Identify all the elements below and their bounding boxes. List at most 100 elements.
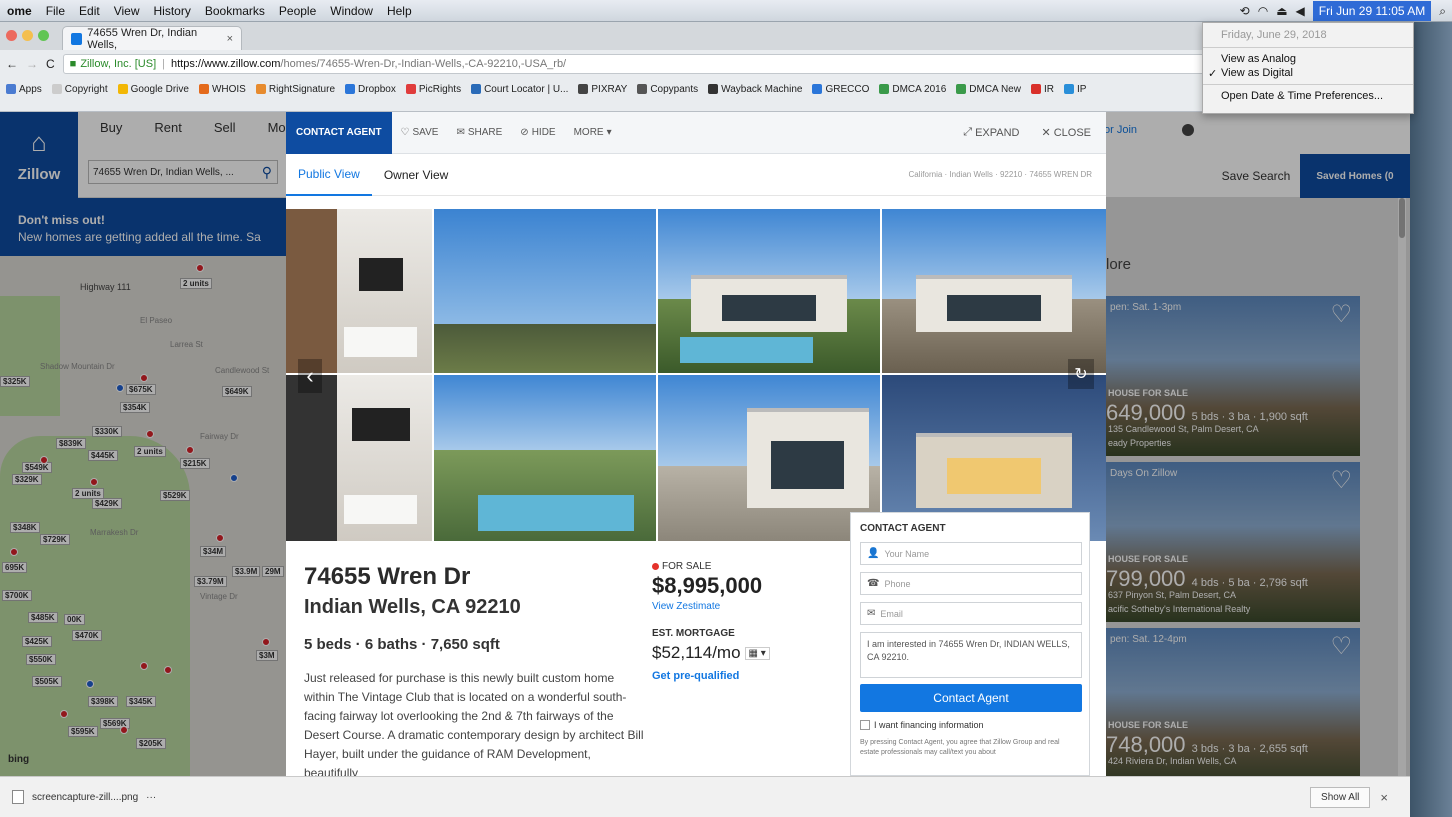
back-button[interactable]: ←	[6, 57, 18, 71]
phone-field[interactable]: ☎ Phone	[860, 572, 1082, 595]
picrights-icon	[405, 84, 416, 94]
wayback-icon	[708, 84, 719, 94]
close-window-button[interactable]	[6, 30, 17, 41]
close-button[interactable]: ✕ CLOSE	[1032, 126, 1100, 140]
photo-tile[interactable]	[434, 209, 656, 373]
expand-icon: ⤢	[963, 126, 973, 138]
menu-app[interactable]: ome	[0, 4, 39, 18]
name-field[interactable]: 👤 Your Name	[860, 542, 1082, 565]
rotate-icon[interactable]: ↻	[1068, 359, 1094, 389]
list-price: $8,995,000	[652, 573, 763, 598]
forward-button[interactable]: →	[26, 57, 38, 71]
status-dot-icon	[652, 563, 659, 570]
view-zestimate-link[interactable]: View Zestimate	[652, 601, 720, 612]
file-icon	[12, 790, 24, 804]
heart-icon: ♡	[400, 127, 410, 138]
drive-icon	[117, 84, 128, 94]
menu-bookmarks[interactable]: Bookmarks	[198, 4, 272, 18]
bookmark-item[interactable]: DMCA New	[956, 84, 1021, 95]
photo-tile[interactable]	[658, 375, 880, 541]
bookmark-item[interactable]: IR	[1030, 84, 1054, 95]
bookmark-item[interactable]: PIXRAY	[578, 84, 627, 95]
volume-icon[interactable]: ◀	[1296, 4, 1305, 18]
download-menu-icon[interactable]: ···	[146, 792, 156, 803]
hide-icon: ⊘	[520, 127, 529, 138]
breadcrumb[interactable]: California · Indian Wells · 92210 · 7465…	[909, 170, 1106, 179]
photo-gallery[interactable]: ‹ ↻	[286, 209, 1106, 541]
reload-button[interactable]: C	[46, 57, 55, 71]
email-icon: ✉	[867, 608, 876, 619]
spotlight-icon[interactable]: ⌕	[1439, 4, 1446, 19]
menu-people[interactable]: People	[272, 4, 323, 18]
bookmark-item[interactable]: RightSignature	[255, 84, 335, 95]
menu-view[interactable]: View	[107, 4, 147, 18]
zoom-window-button[interactable]	[38, 30, 49, 41]
view-as-analog-item[interactable]: View as Analog	[1203, 52, 1413, 66]
user-icon: 👤	[867, 548, 880, 559]
checkbox-icon[interactable]	[860, 720, 870, 730]
hide-button[interactable]: ⊘ HIDE	[511, 127, 564, 138]
photo-tile[interactable]	[286, 209, 432, 373]
home-description: Just released for purchase is this newly…	[304, 671, 644, 776]
current-date: Friday, June 29, 2018	[1221, 29, 1327, 41]
financing-checkbox[interactable]: I want financing information	[860, 720, 1080, 730]
calculator-icon[interactable]: ▦ ▾	[744, 646, 770, 660]
expand-button[interactable]: ⤢ EXPAND	[954, 126, 1028, 139]
save-button[interactable]: ♡ SAVE	[392, 127, 448, 138]
photo-tile[interactable]	[882, 209, 1106, 373]
share-button[interactable]: ✉ SHARE	[447, 127, 511, 138]
tab-close-icon[interactable]: ×	[227, 33, 233, 45]
get-prequalified-link[interactable]: Get pre-qualified	[652, 670, 739, 682]
bookmark-item[interactable]: Copypants	[637, 84, 698, 95]
bookmark-item[interactable]: Dropbox	[345, 84, 396, 95]
dmca-icon	[956, 84, 967, 94]
photo-tile[interactable]	[434, 375, 656, 541]
close-downloads-icon[interactable]: ×	[1380, 790, 1388, 805]
menu-help[interactable]: Help	[380, 4, 419, 18]
bookmark-item[interactable]: Apps	[6, 84, 42, 95]
address-bar[interactable]: ■ Zillow, Inc. [US] | https://www.zillow…	[62, 54, 1390, 74]
ir-icon	[1030, 84, 1041, 94]
home-facts: 5 beds · 6 baths · 7,650 sqft	[304, 636, 500, 653]
previous-photo-button[interactable]: ‹	[298, 359, 322, 393]
bookmark-item[interactable]: Wayback Machine	[708, 84, 802, 95]
bookmark-item[interactable]: GRECCO	[812, 84, 869, 95]
contact-agent-tab[interactable]: CONTACT AGENT	[286, 112, 392, 154]
tab-owner-view[interactable]: Owner View	[372, 154, 460, 196]
bookmark-item[interactable]: Google Drive	[117, 84, 189, 95]
wifi-icon[interactable]: ◠	[1258, 4, 1268, 18]
minimize-window-button[interactable]	[22, 30, 33, 41]
est-mortgage: $52,114/mo ▦ ▾	[652, 643, 770, 663]
download-item[interactable]: screencapture-zill....png ···	[12, 790, 164, 804]
photo-tile[interactable]	[286, 375, 432, 541]
bookmark-item[interactable]: PicRights	[405, 84, 461, 95]
eject-icon[interactable]: ⏏	[1276, 4, 1287, 18]
menu-edit[interactable]: Edit	[72, 4, 107, 18]
lock-icon: ■	[69, 58, 77, 70]
photo-tile[interactable]	[658, 209, 880, 373]
menu-window[interactable]: Window	[323, 4, 380, 18]
tab-public-view[interactable]: Public View	[286, 154, 372, 196]
bookmark-item[interactable]: DMCA 2016	[879, 84, 946, 95]
show-all-button[interactable]: Show All	[1310, 786, 1371, 808]
sync-icon[interactable]: ⟲	[1240, 4, 1250, 18]
caret-down-icon: ▾	[606, 127, 612, 138]
menu-history[interactable]: History	[147, 4, 198, 18]
contact-agent-button[interactable]: Contact Agent	[860, 684, 1082, 712]
mail-icon: ✉	[456, 127, 465, 138]
clock-menu: Friday, June 29, 2018 View as Analog ✓ Vi…	[1202, 22, 1414, 114]
menubar-clock[interactable]: Fri Jun 29 11:05 AM	[1312, 1, 1432, 21]
email-field[interactable]: ✉ Email	[860, 602, 1082, 625]
bookmark-item[interactable]: Court Locator | U...	[471, 84, 568, 95]
menu-file[interactable]: File	[39, 4, 72, 18]
bookmark-item[interactable]: WHOIS	[198, 84, 246, 95]
page-icon	[51, 84, 62, 94]
form-heading: CONTACT AGENT	[860, 523, 946, 534]
more-button[interactable]: MORE ▾	[565, 127, 621, 138]
browser-tab[interactable]: 74655 Wren Dr, Indian Wells, ×	[62, 26, 242, 51]
view-as-digital-item[interactable]: ✓ View as Digital	[1203, 66, 1413, 80]
date-time-preferences-item[interactable]: Open Date & Time Preferences...	[1203, 89, 1413, 103]
bookmark-item[interactable]: Copyright	[51, 84, 108, 95]
bookmark-item[interactable]: IP	[1063, 84, 1086, 95]
message-textarea[interactable]: I am interested in 74655 Wren Dr, INDIAN…	[860, 632, 1082, 678]
